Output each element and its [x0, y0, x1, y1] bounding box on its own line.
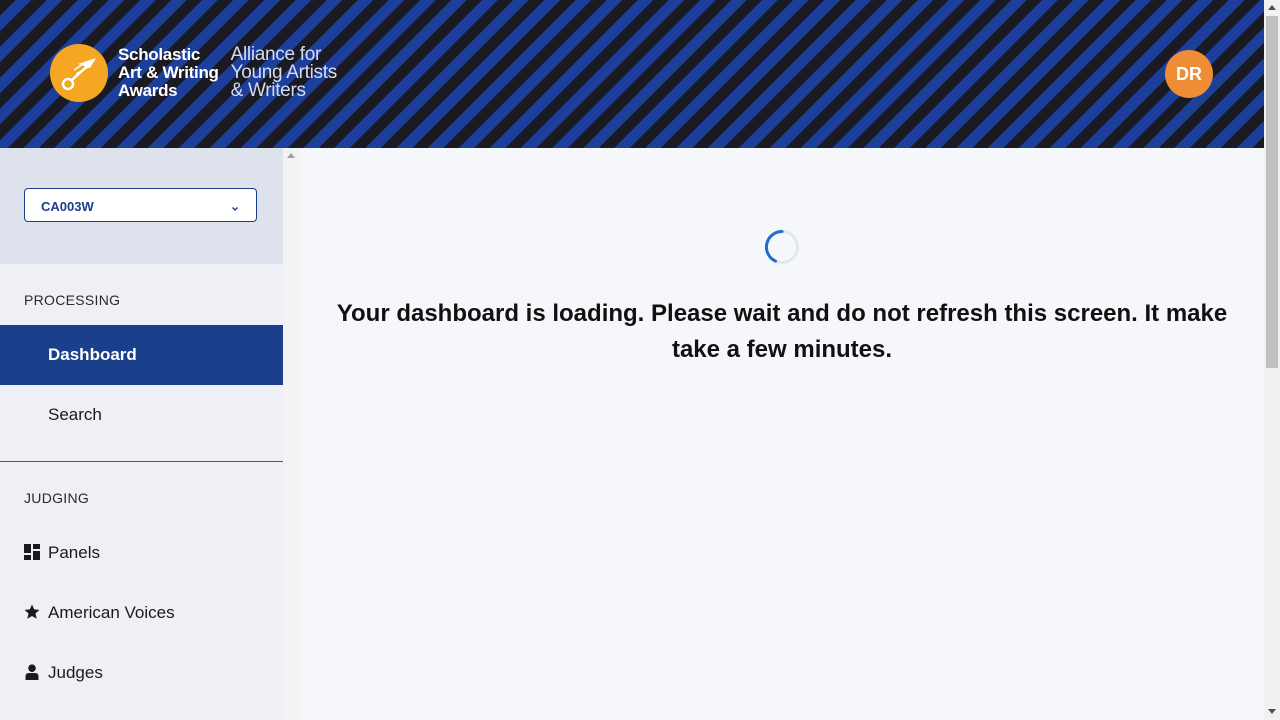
scroll-up-arrow-icon[interactable]: [1268, 5, 1276, 10]
sidebar-item-label: Judges: [48, 663, 103, 682]
logo-name: Scholastic Art & Writing Awards: [118, 46, 219, 100]
avatar-initials: DR: [1176, 63, 1202, 84]
sidebar-org-area: CA003W: [0, 148, 283, 264]
sidebar-item-search[interactable]: Search: [0, 385, 283, 445]
sidebar-item-dashboard[interactable]: Dashboard: [0, 325, 283, 385]
sidebar-item-judges[interactable]: Judges: [0, 643, 283, 703]
key-logo-icon: [50, 44, 108, 102]
sidebar-item-label: American Voices: [48, 603, 175, 622]
loading-spinner-icon: [764, 229, 800, 265]
header-banner: Scholastic Art & Writing Awards Alliance…: [0, 0, 1264, 148]
organization-select[interactable]: CA003W: [24, 188, 257, 222]
star-icon: [24, 604, 40, 620]
logo-name-line: Art & Writing: [118, 63, 219, 82]
sidebar-item-panels[interactable]: Panels: [0, 523, 283, 583]
sidebar-item-american-voices[interactable]: American Voices: [0, 583, 283, 643]
organization-select-value: CA003W: [41, 199, 94, 214]
sidebar-item-label: Panels: [48, 543, 100, 562]
scroll-down-arrow-icon[interactable]: [1268, 709, 1276, 714]
loading-message: Your dashboard is loading. Please wait a…: [336, 300, 1228, 363]
section-label-processing: PROCESSING: [24, 292, 121, 308]
logo-tagline-line: & Writers: [230, 80, 306, 101]
logo-name-line: Awards: [118, 81, 178, 100]
user-avatar[interactable]: DR: [1165, 50, 1213, 98]
sidebar-scrollbar[interactable]: [283, 148, 300, 720]
person-icon: [24, 664, 40, 680]
page-scrollbar[interactable]: [1264, 0, 1280, 720]
sidebar-item-label: Search: [48, 405, 102, 424]
section-label-judging: JUDGING: [24, 490, 90, 506]
main-content: Your dashboard is loading. Please wait a…: [300, 148, 1264, 720]
grid-icon: [24, 544, 40, 560]
scroll-up-arrow-icon[interactable]: [287, 153, 295, 158]
sidebar: CA003W PROCESSING Dashboard Search JUDGI…: [0, 148, 283, 720]
scrollbar-thumb[interactable]: [1266, 16, 1278, 368]
chevron-down-icon: [231, 200, 239, 218]
sidebar-divider: [0, 461, 283, 462]
logo-tagline: Alliance for Young Artists & Writers: [230, 45, 338, 101]
scholastic-logo[interactable]: Scholastic Art & Writing Awards Alliance…: [50, 44, 337, 102]
sidebar-item-label: Dashboard: [48, 345, 137, 364]
logo-name-line: Scholastic: [118, 45, 201, 64]
